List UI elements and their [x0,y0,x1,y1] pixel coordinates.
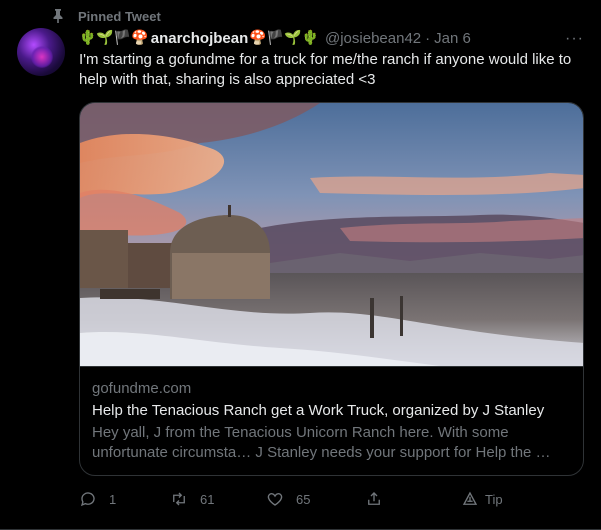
card-body[interactable]: gofundme.com Help the Tenacious Ranch ge… [80,366,583,475]
avatar[interactable] [17,28,65,76]
card-title: Help the Tenacious Ranch get a Work Truc… [92,402,545,419]
reply-button[interactable]: 1 [79,488,116,510]
share-button[interactable] [365,488,395,510]
card-description: Hey yall, J from the Tenacious Unicorn R… [92,424,551,461]
reply-count: 1 [109,491,117,507]
pinned-label: Pinned Tweet [78,8,161,24]
tweet-date[interactable]: Jan 6 [434,30,471,47]
tip-button[interactable]: Tip [461,488,503,510]
name-emoji-prefix: 🌵🌱🏴🍄 [79,30,149,46]
tweet-header: 🌵🌱🏴🍄 anarchojbean 🍄🏴🌱🌵 @josiebean42 · Ja… [79,28,471,48]
retweet-icon [173,492,185,506]
link-card[interactable]: gofundme.com Help the Tenacious Ranch ge… [79,102,584,476]
display-name[interactable]: anarchojbean [151,30,249,47]
tip-icon [462,491,478,505]
retweet-count: 61 [200,491,215,507]
tweet-actions: 1 61 65 Tip [79,488,509,510]
retweet-button[interactable]: 61 [170,488,214,510]
user-handle[interactable]: @josiebean42 [325,30,421,47]
pinned-tweet-indicator: Pinned Tweet [50,7,161,25]
tweet[interactable]: Pinned Tweet 🌵🌱🏴🍄 anarchojbean 🍄🏴🌱🌵 @jos… [0,0,601,530]
reply-icon [80,492,95,507]
share-icon [368,492,380,505]
tip-label: Tip [485,491,503,507]
header-separator: · [425,29,431,47]
pin-icon [50,8,66,24]
card-domain: gofundme.com [92,380,192,397]
more-icon[interactable]: ··· [565,30,584,48]
tweet-text: I'm starting a gofundme for a truck for … [79,51,572,88]
like-button[interactable]: 65 [266,488,310,510]
heart-icon [267,493,283,506]
name-emoji-suffix: 🍄🏴🌱🌵 [249,30,319,46]
card-image[interactable] [80,103,584,366]
like-count: 65 [296,491,311,507]
